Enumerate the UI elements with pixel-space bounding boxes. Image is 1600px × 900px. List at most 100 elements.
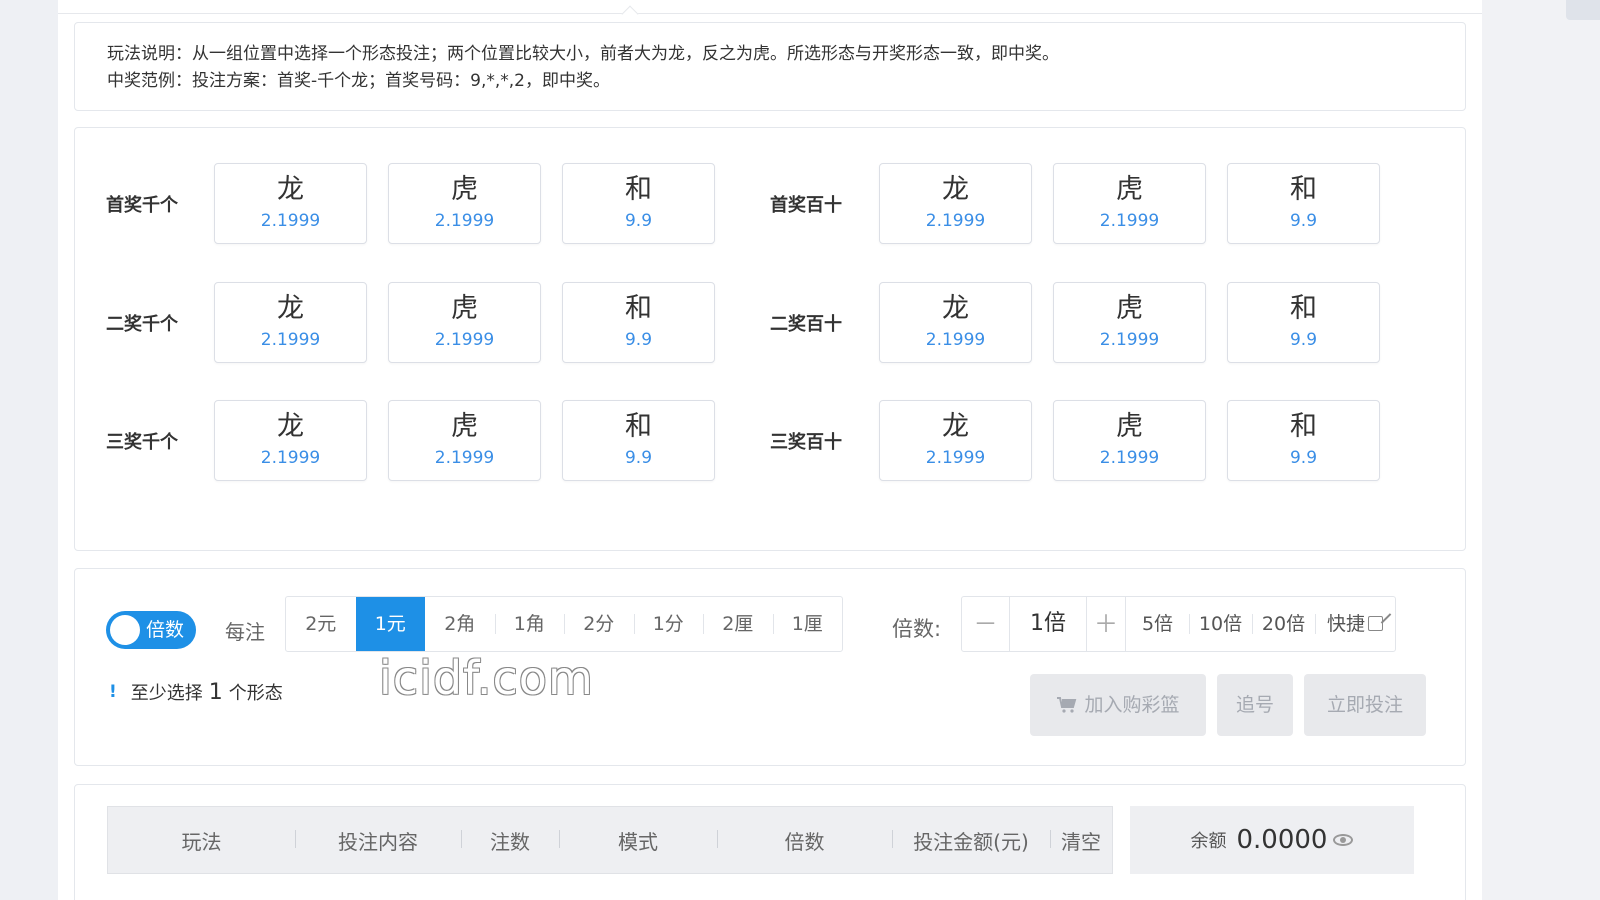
bet-option-button[interactable]: 龙 2.1999	[879, 282, 1032, 363]
option-odds: 2.1999	[260, 448, 321, 468]
bet-option-button[interactable]: 和 9.9	[1227, 400, 1380, 481]
option-odds: 2.1999	[1099, 211, 1160, 231]
preset-5x-button[interactable]: 5倍	[1126, 597, 1189, 651]
option-name: 和	[625, 174, 652, 205]
minus-button[interactable]: －	[962, 597, 1010, 651]
option-odds: 9.9	[1289, 448, 1318, 468]
unit-option[interactable]: 2分	[564, 597, 634, 651]
option-odds: 2.1999	[1099, 330, 1160, 350]
multiplier-stepper: － 1倍 ＋ 5倍 10倍 20倍 快捷	[961, 596, 1396, 652]
hint-suffix: 个形态	[228, 683, 283, 704]
bet-option-button[interactable]: 龙 2.1999	[214, 282, 367, 363]
option-odds: 2.1999	[925, 211, 986, 231]
watermark: icidf.com	[379, 651, 594, 705]
bet-option-button[interactable]: 虎 2.1999	[1053, 282, 1206, 363]
option-odds: 2.1999	[925, 330, 986, 350]
top-right-corner-button[interactable]	[1566, 0, 1600, 20]
toggle-knob	[110, 615, 140, 645]
option-odds: 9.9	[624, 448, 653, 468]
plus-button[interactable]: ＋	[1086, 597, 1126, 651]
preset-10x-button[interactable]: 10倍	[1189, 597, 1252, 651]
option-name: 龙	[277, 411, 304, 442]
quick-button[interactable]: 快捷	[1315, 597, 1395, 651]
multiplier-toggle[interactable]: 倍数	[106, 611, 196, 649]
option-name: 龙	[277, 174, 304, 205]
option-name: 虎	[1116, 174, 1143, 205]
col-multiplier: 倍数	[717, 826, 892, 855]
row-label: 二奖千个	[106, 314, 178, 335]
cart-panel: 玩法 投注内容 注数 模式 倍数 投注金额(元) 清空 余额 0.0000	[74, 784, 1466, 900]
right-background	[1482, 0, 1600, 900]
bet-option-button[interactable]: 龙 2.1999	[879, 163, 1032, 244]
bet-option-button[interactable]: 龙 2.1999	[214, 163, 367, 244]
option-odds: 2.1999	[1099, 448, 1160, 468]
option-name: 和	[1290, 174, 1317, 205]
option-odds: 2.1999	[260, 211, 321, 231]
col-play: 玩法	[181, 829, 222, 854]
row-label: 首奖百十	[770, 195, 842, 216]
option-name: 龙	[942, 411, 969, 442]
bet-option-button[interactable]: 和 9.9	[1227, 163, 1380, 244]
balance-value: 0.0000	[1236, 825, 1328, 855]
bet-now-button[interactable]: 立即投注	[1304, 674, 1426, 736]
option-odds: 9.9	[1289, 211, 1318, 231]
bet-option-button[interactable]: 和 9.9	[1227, 282, 1380, 363]
balance-box: 余额 0.0000	[1130, 806, 1414, 874]
bet-option-button[interactable]: 虎 2.1999	[388, 400, 541, 481]
row-label: 二奖百十	[770, 314, 842, 335]
rules-example: 中奖范例：投注方案：首奖-千个龙；首奖号码：9,*,*,2，即中奖。	[107, 71, 610, 91]
bet-option-button[interactable]: 虎 2.1999	[388, 282, 541, 363]
bet-option-button[interactable]: 和 9.9	[562, 400, 715, 481]
option-odds: 9.9	[1289, 330, 1318, 350]
option-name: 龙	[942, 293, 969, 324]
option-name: 虎	[451, 174, 478, 205]
col-count: 注数	[461, 826, 559, 855]
bet-option-button[interactable]: 龙 2.1999	[214, 400, 367, 481]
tab-strip	[58, 0, 1482, 14]
bet-option-button[interactable]: 和 9.9	[562, 282, 715, 363]
cart-icon	[1057, 697, 1077, 713]
hint-count: 1	[208, 679, 223, 705]
unit-option[interactable]: 2元	[286, 597, 356, 651]
option-odds: 2.1999	[434, 211, 495, 231]
option-odds: 2.1999	[925, 448, 986, 468]
unit-selector: 2元 1元 2角 1角 2分 1分 2厘 1厘	[285, 596, 843, 652]
bet-option-button[interactable]: 虎 2.1999	[1053, 400, 1206, 481]
balance-label: 余额	[1190, 831, 1227, 852]
row-label: 三奖千个	[106, 432, 178, 453]
unit-option[interactable]: 1元	[355, 597, 425, 651]
toggle-label: 倍数	[146, 619, 185, 641]
multiplier-input[interactable]: 1倍	[1010, 597, 1086, 651]
unit-option[interactable]: 2厘	[703, 597, 773, 651]
option-odds: 2.1999	[434, 330, 495, 350]
option-name: 虎	[451, 411, 478, 442]
unit-option[interactable]: 1角	[494, 597, 565, 651]
bet-option-button[interactable]: 龙 2.1999	[879, 400, 1032, 481]
unit-option[interactable]: 1分	[633, 597, 704, 651]
row-label: 首奖千个	[106, 195, 178, 216]
option-name: 和	[625, 293, 652, 324]
main-panel: 玩法说明：从一组位置中选择一个形态投注；两个位置比较大小，前者大为龙，反之为虎。…	[58, 0, 1482, 900]
rules-description: 玩法说明：从一组位置中选择一个形态投注；两个位置比较大小，前者大为龙，反之为虎。…	[107, 44, 1059, 64]
hint-prefix: 至少选择	[130, 683, 203, 704]
option-odds: 2.1999	[434, 448, 495, 468]
option-name: 和	[1290, 293, 1317, 324]
quick-label: 快捷	[1326, 613, 1365, 635]
bet-option-button[interactable]: 虎 2.1999	[1053, 163, 1206, 244]
bet-option-button[interactable]: 和 9.9	[562, 163, 715, 244]
per-bet-label: 每注	[225, 620, 265, 644]
option-name: 虎	[1116, 293, 1143, 324]
unit-option[interactable]: 2角	[425, 597, 495, 651]
info-icon: !	[109, 682, 117, 702]
chase-button[interactable]: 追号	[1217, 674, 1293, 736]
left-background	[0, 0, 58, 900]
preset-20x-button[interactable]: 20倍	[1252, 597, 1315, 651]
col-amount: 投注金额(元)	[892, 826, 1050, 855]
add-to-cart-button[interactable]: 加入购彩篮	[1030, 674, 1206, 736]
eye-icon[interactable]	[1333, 834, 1354, 846]
unit-option[interactable]: 1厘	[772, 597, 843, 651]
bet-options-panel: 首奖千个龙 2.1999 虎 2.1999 和 9.9 首奖百十龙 2.1999 虎 2.1999…	[74, 127, 1466, 551]
bet-option-button[interactable]: 虎 2.1999	[388, 163, 541, 244]
multiplier-label: 倍数:	[892, 617, 942, 641]
clear-button[interactable]: 清空	[1050, 826, 1112, 855]
